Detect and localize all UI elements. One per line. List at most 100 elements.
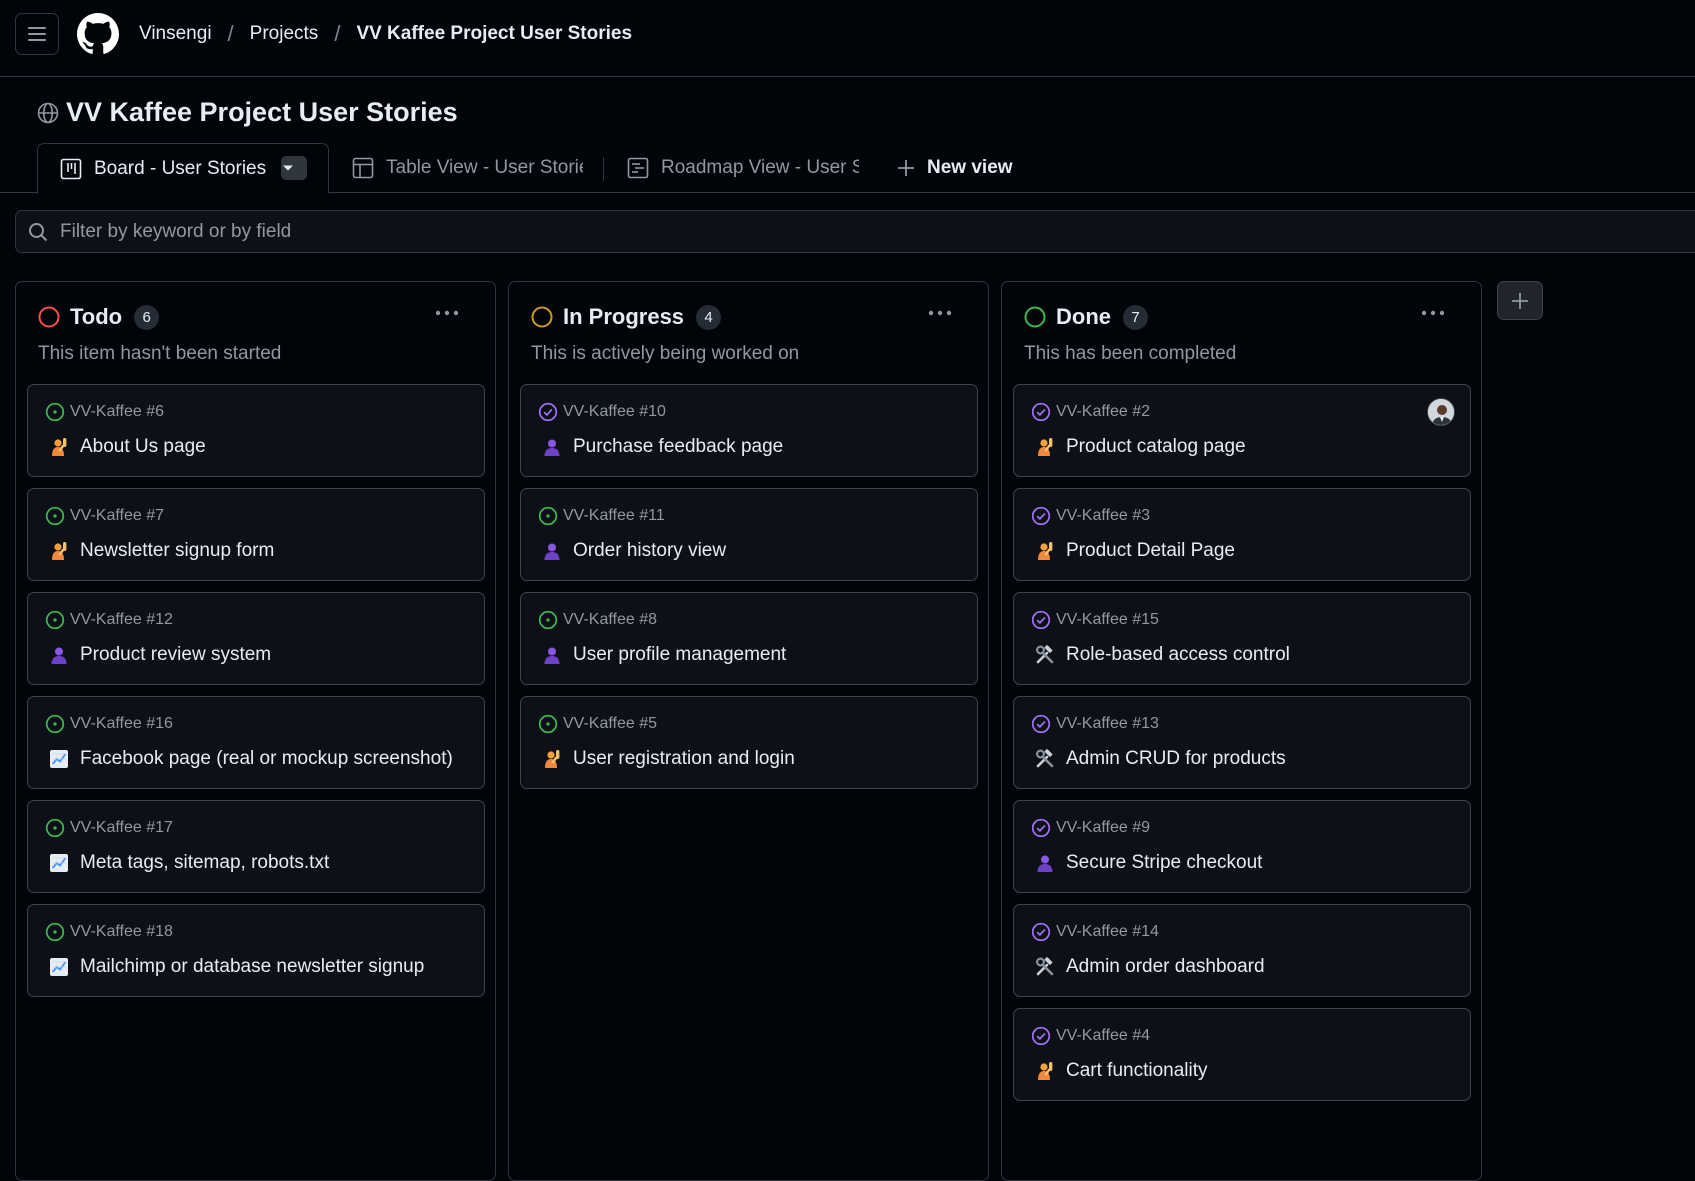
item-title[interactable]: Secure Stripe checkout [1034, 852, 1262, 874]
item-card[interactable]: VV-Kaffee #18 Mailchimp or database newsl… [27, 904, 485, 997]
item-reference[interactable]: VV-Kaffee #6 [45, 402, 164, 422]
item-reference[interactable]: VV-Kaffee #9 [1031, 818, 1150, 838]
tab-table-view[interactable]: Table View - User Stories [352, 143, 583, 193]
status-circle-icon [38, 306, 60, 328]
item-reference-text: VV-Kaffee #14 [1056, 923, 1159, 940]
item-title[interactable]: User registration and login [541, 748, 795, 770]
item-title[interactable]: Newsletter signup form [48, 540, 274, 562]
tab-label: Table View - User Stories [386, 157, 583, 178]
breadcrumb-owner-link[interactable]: Vinsengi [139, 23, 212, 45]
new-view-button[interactable]: New view [897, 143, 1057, 193]
item-card[interactable]: VV-Kaffee #17 Meta tags, sitemap, robots.… [27, 800, 485, 893]
item-reference-text: VV-Kaffee #9 [1056, 819, 1150, 836]
item-card[interactable]: VV-Kaffee #16 Facebook page (real or mock… [27, 696, 485, 789]
item-title[interactable]: Mailchimp or database newsletter signup [48, 956, 424, 978]
column-options-button[interactable] [924, 300, 956, 326]
item-reference[interactable]: VV-Kaffee #18 [45, 922, 173, 942]
item-title[interactable]: Admin CRUD for products [1034, 748, 1286, 770]
item-card[interactable]: VV-Kaffee #9 Secure Stripe checkout [1013, 800, 1471, 893]
item-reference[interactable]: VV-Kaffee #8 [538, 610, 657, 630]
column-options-button[interactable] [1417, 300, 1449, 326]
table-icon [352, 157, 374, 179]
assignee-avatar[interactable] [1427, 398, 1455, 426]
item-card[interactable]: VV-Kaffee #14 Admin order dashboard [1013, 904, 1471, 997]
item-card[interactable]: VV-Kaffee #15 Role-based access control [1013, 592, 1471, 685]
item-title[interactable]: Meta tags, sitemap, robots.txt [48, 852, 329, 874]
item-card[interactable]: VV-Kaffee #10 Purchase feedback page [520, 384, 978, 477]
item-title-text: Meta tags, sitemap, robots.txt [80, 852, 330, 873]
item-card[interactable]: VV-Kaffee #12 Product review system [27, 592, 485, 685]
tab-options-button[interactable] [281, 156, 307, 180]
tab-roadmap-view[interactable]: Roadmap View - User Stories [627, 143, 859, 193]
column-header: In Progress 4 [531, 304, 722, 330]
item-reference[interactable]: VV-Kaffee #16 [45, 714, 173, 734]
item-title[interactable]: Product review system [48, 644, 271, 666]
item-reference[interactable]: VV-Kaffee #14 [1031, 922, 1159, 942]
item-title[interactable]: About Us page [48, 436, 206, 458]
item-title[interactable]: Purchase feedback page [541, 436, 783, 458]
item-card[interactable]: VV-Kaffee #11 Order history view [520, 488, 978, 581]
kebab-horizontal-icon [435, 310, 459, 316]
item-title[interactable]: Product Detail Page [1034, 540, 1235, 562]
chart-increasing-icon [48, 852, 70, 874]
item-title[interactable]: Facebook page (real or mockup screenshot… [48, 748, 453, 770]
add-column-button[interactable] [1497, 281, 1543, 320]
tab-board-user-stories[interactable]: Board - User Stories [37, 143, 329, 194]
item-title-text: User profile management [573, 644, 787, 665]
item-reference[interactable]: VV-Kaffee #15 [1031, 610, 1159, 630]
item-reference[interactable]: VV-Kaffee #5 [538, 714, 657, 734]
roadmap-icon [627, 157, 649, 179]
item-title-text: Role-based access control [1066, 644, 1290, 665]
item-card[interactable]: VV-Kaffee #8 User profile management [520, 592, 978, 685]
item-reference[interactable]: VV-Kaffee #12 [45, 610, 173, 630]
chart-increasing-icon [48, 956, 70, 978]
item-card[interactable]: VV-Kaffee #5 User registration and login [520, 696, 978, 789]
user-silhouette-icon [541, 540, 563, 562]
filter-input[interactable] [60, 220, 1560, 243]
item-reference[interactable]: VV-Kaffee #10 [538, 402, 666, 422]
item-title-text: User registration and login [573, 748, 795, 769]
item-title[interactable]: Order history view [541, 540, 726, 562]
item-reference[interactable]: VV-Kaffee #2 [1031, 402, 1150, 422]
item-reference[interactable]: VV-Kaffee #13 [1031, 714, 1159, 734]
item-reference[interactable]: VV-Kaffee #11 [538, 506, 665, 526]
issue-closed-icon [1031, 818, 1051, 838]
item-card[interactable]: VV-Kaffee #7 Newsletter signup form [27, 488, 485, 581]
issue-open-icon [45, 610, 65, 630]
item-reference[interactable]: VV-Kaffee #17 [45, 818, 173, 838]
item-title-text: About Us page [80, 436, 206, 457]
column-options-button[interactable] [431, 300, 463, 326]
item-reference-text: VV-Kaffee #2 [1056, 403, 1150, 420]
item-card[interactable]: VV-Kaffee #2 Product catalog page [1013, 384, 1471, 477]
item-title[interactable]: Role-based access control [1034, 644, 1290, 666]
item-reference-text: VV-Kaffee #3 [1056, 507, 1150, 524]
issue-closed-icon [1031, 1026, 1051, 1046]
item-reference-text: VV-Kaffee #8 [563, 611, 657, 628]
item-title-text: Admin CRUD for products [1066, 748, 1286, 769]
breadcrumb-project-link[interactable]: VV Kaffee Project User Stories [356, 23, 632, 45]
item-card[interactable]: VV-Kaffee #4 Cart functionality [1013, 1008, 1471, 1101]
column-description: This has been completed [1024, 343, 1237, 364]
column-item-count: 7 [1123, 304, 1148, 330]
column-title: In Progress [563, 304, 685, 329]
item-title[interactable]: Product catalog page [1034, 436, 1246, 458]
breadcrumb: Vinsengi / Projects / VV Kaffee Project … [139, 21, 632, 47]
github-logo-icon[interactable] [77, 13, 119, 55]
item-card[interactable]: VV-Kaffee #6 About Us page [27, 384, 485, 477]
hammer-wrench-icon [1034, 644, 1056, 666]
caret-down-icon [283, 165, 293, 171]
item-reference-text: VV-Kaffee #6 [70, 403, 164, 420]
item-title-text: Purchase feedback page [573, 436, 784, 457]
item-title[interactable]: User profile management [541, 644, 786, 666]
item-reference[interactable]: VV-Kaffee #3 [1031, 506, 1150, 526]
item-card[interactable]: VV-Kaffee #13 Admin CRUD for products [1013, 696, 1471, 789]
hamburger-menu-button[interactable] [15, 13, 59, 55]
item-title[interactable]: Admin order dashboard [1034, 956, 1265, 978]
item-reference[interactable]: VV-Kaffee #4 [1031, 1026, 1150, 1046]
column-item-count: 6 [134, 304, 160, 330]
item-title[interactable]: Cart functionality [1034, 1060, 1208, 1082]
item-reference[interactable]: VV-Kaffee #7 [45, 506, 164, 526]
board-column-done: Done 7 This has been completed VV-Kaffee #2… [1001, 281, 1482, 1181]
breadcrumb-projects-link[interactable]: Projects [250, 23, 319, 45]
item-card[interactable]: VV-Kaffee #3 Product Detail Page [1013, 488, 1471, 581]
